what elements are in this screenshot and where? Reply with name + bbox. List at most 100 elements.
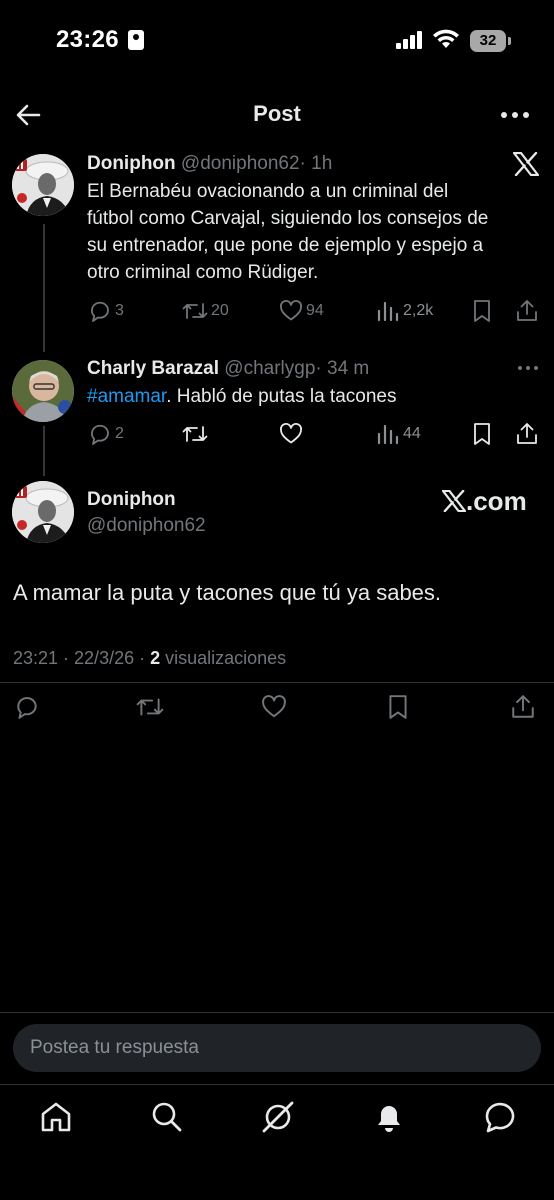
tweet-text: El Bernabéu ovacionando a un criminal de…	[87, 178, 547, 286]
status-bar: 23:26 32	[0, 0, 554, 84]
repost-icon	[182, 303, 208, 319]
thread-line	[43, 224, 45, 352]
nav-messages[interactable]	[482, 1099, 518, 1135]
views-count: 2,2k	[403, 302, 434, 319]
tweet-text-line: El Bernabéu ovacionando a un criminal de…	[87, 181, 449, 202]
bookmark-icon	[389, 695, 407, 719]
tweet-text: #amamar. Habló de putas la tacones	[87, 383, 547, 410]
divider	[0, 1012, 554, 1013]
heart-icon	[280, 423, 302, 444]
home-icon	[41, 1102, 71, 1132]
reply-icon	[91, 424, 109, 445]
share-icon	[517, 300, 537, 321]
more-horizontal-icon	[501, 112, 529, 118]
wifi-icon	[433, 29, 459, 48]
tweet-time: · 1h	[299, 153, 333, 174]
hashtag-link[interactable]: #amamar	[87, 386, 166, 407]
nav-search[interactable]	[149, 1099, 185, 1135]
avatar-image	[12, 360, 74, 422]
avatar-charly-barazal[interactable]	[12, 360, 74, 422]
repost-icon	[136, 698, 164, 716]
id-card-icon	[128, 30, 144, 50]
bookmark-button[interactable]	[471, 298, 493, 324]
views-icon	[377, 301, 399, 322]
nav-grok[interactable]	[260, 1099, 296, 1135]
watermark-text: .com	[466, 486, 527, 516]
battery-cap	[508, 37, 511, 45]
grok-icon	[262, 1101, 294, 1133]
views-count: 2	[150, 648, 161, 668]
nav-notifications[interactable]	[371, 1099, 407, 1135]
reply-composer[interactable]	[13, 1024, 541, 1072]
like-button[interactable]	[260, 694, 288, 720]
status-time: 23:26	[56, 26, 119, 53]
bottom-navigation	[0, 1084, 554, 1200]
bookmark-icon	[474, 423, 490, 445]
messages-icon	[485, 1102, 515, 1133]
main-author-name[interactable]: Doniphon	[87, 489, 176, 511]
reply-icon	[91, 301, 109, 322]
share-button[interactable]	[510, 694, 536, 720]
tweet-text-line: su entrenador, que pone de ejemplo y esp…	[87, 235, 484, 256]
repost-button[interactable]	[182, 421, 208, 447]
search-icon	[152, 1102, 182, 1132]
tweet-text-line: otro criminal como Rüdiger.	[87, 262, 319, 283]
tweet-header: Charly Barazal @charlygp· 34 m	[87, 358, 369, 380]
repost-button[interactable]	[136, 694, 164, 720]
share-button[interactable]	[515, 421, 539, 447]
main-post-text: A mamar la puta y tacones que tú ya sabe…	[13, 580, 442, 605]
tweet-header: Doniphon @doniphon62· 1h	[87, 153, 332, 175]
reply-button[interactable]: 3	[88, 298, 124, 324]
reply-count: 2	[115, 425, 124, 442]
more-horizontal-icon[interactable]	[516, 362, 540, 374]
reply-button[interactable]	[14, 694, 40, 720]
page-title: Post	[253, 101, 301, 126]
repost-button[interactable]: 20	[182, 298, 229, 324]
divider	[0, 682, 554, 683]
cellular-signal-icon	[396, 31, 422, 49]
like-button[interactable]	[279, 421, 303, 447]
heart-icon	[262, 695, 286, 718]
tweet-time: · 34 m	[315, 358, 370, 379]
tweet-text-line: fútbol como Carvajal, siguiendo los cons…	[87, 208, 489, 229]
thread-line	[43, 426, 45, 476]
share-button[interactable]	[515, 298, 539, 324]
reply-count: 3	[115, 302, 124, 319]
views-button[interactable]: 2,2k	[376, 298, 433, 324]
views-button[interactable]: 44	[376, 421, 421, 447]
post-header: Post	[0, 90, 554, 140]
repost-icon	[182, 426, 208, 442]
like-button[interactable]: 94	[279, 298, 324, 324]
author-handle[interactable]: @charlygp	[224, 358, 315, 379]
post-meta: 23:21 · 22/3/26 · 2 visualizaciones	[13, 648, 286, 669]
battery-level: 32	[479, 32, 497, 49]
main-author-handle[interactable]: @doniphon62	[87, 515, 206, 537]
tweet-text-content: . Habló de putas la tacones	[166, 386, 397, 407]
bookmark-button[interactable]	[386, 694, 410, 720]
views-count: 44	[403, 425, 421, 442]
post-timestamp: 23:21 · 22/3/26 ·	[13, 648, 151, 668]
bookmark-icon	[474, 300, 490, 322]
nav-home[interactable]	[38, 1099, 74, 1135]
x-watermark: .com	[442, 486, 527, 517]
like-count: 94	[306, 302, 324, 319]
reply-icon	[17, 697, 37, 719]
more-options-button[interactable]	[498, 100, 532, 130]
views-label: visualizaciones	[160, 648, 287, 668]
x-logo-icon	[513, 152, 539, 176]
author-name[interactable]: Charly Barazal	[87, 358, 219, 379]
avatar-doniphon[interactable]	[12, 481, 74, 543]
reply-input[interactable]	[13, 1024, 541, 1072]
avatar-doniphon[interactable]	[12, 154, 74, 216]
repost-count: 20	[211, 302, 229, 319]
bookmark-button[interactable]	[471, 421, 493, 447]
share-icon	[517, 423, 537, 444]
author-name[interactable]: Doniphon	[87, 153, 176, 174]
reply-button[interactable]: 2	[88, 421, 124, 447]
x-logo-icon	[442, 490, 466, 512]
author-handle[interactable]: @doniphon62	[181, 153, 300, 174]
battery-indicator: 32	[470, 30, 506, 52]
share-icon	[512, 695, 534, 718]
views-icon	[377, 424, 399, 445]
notifications-icon	[378, 1106, 400, 1132]
